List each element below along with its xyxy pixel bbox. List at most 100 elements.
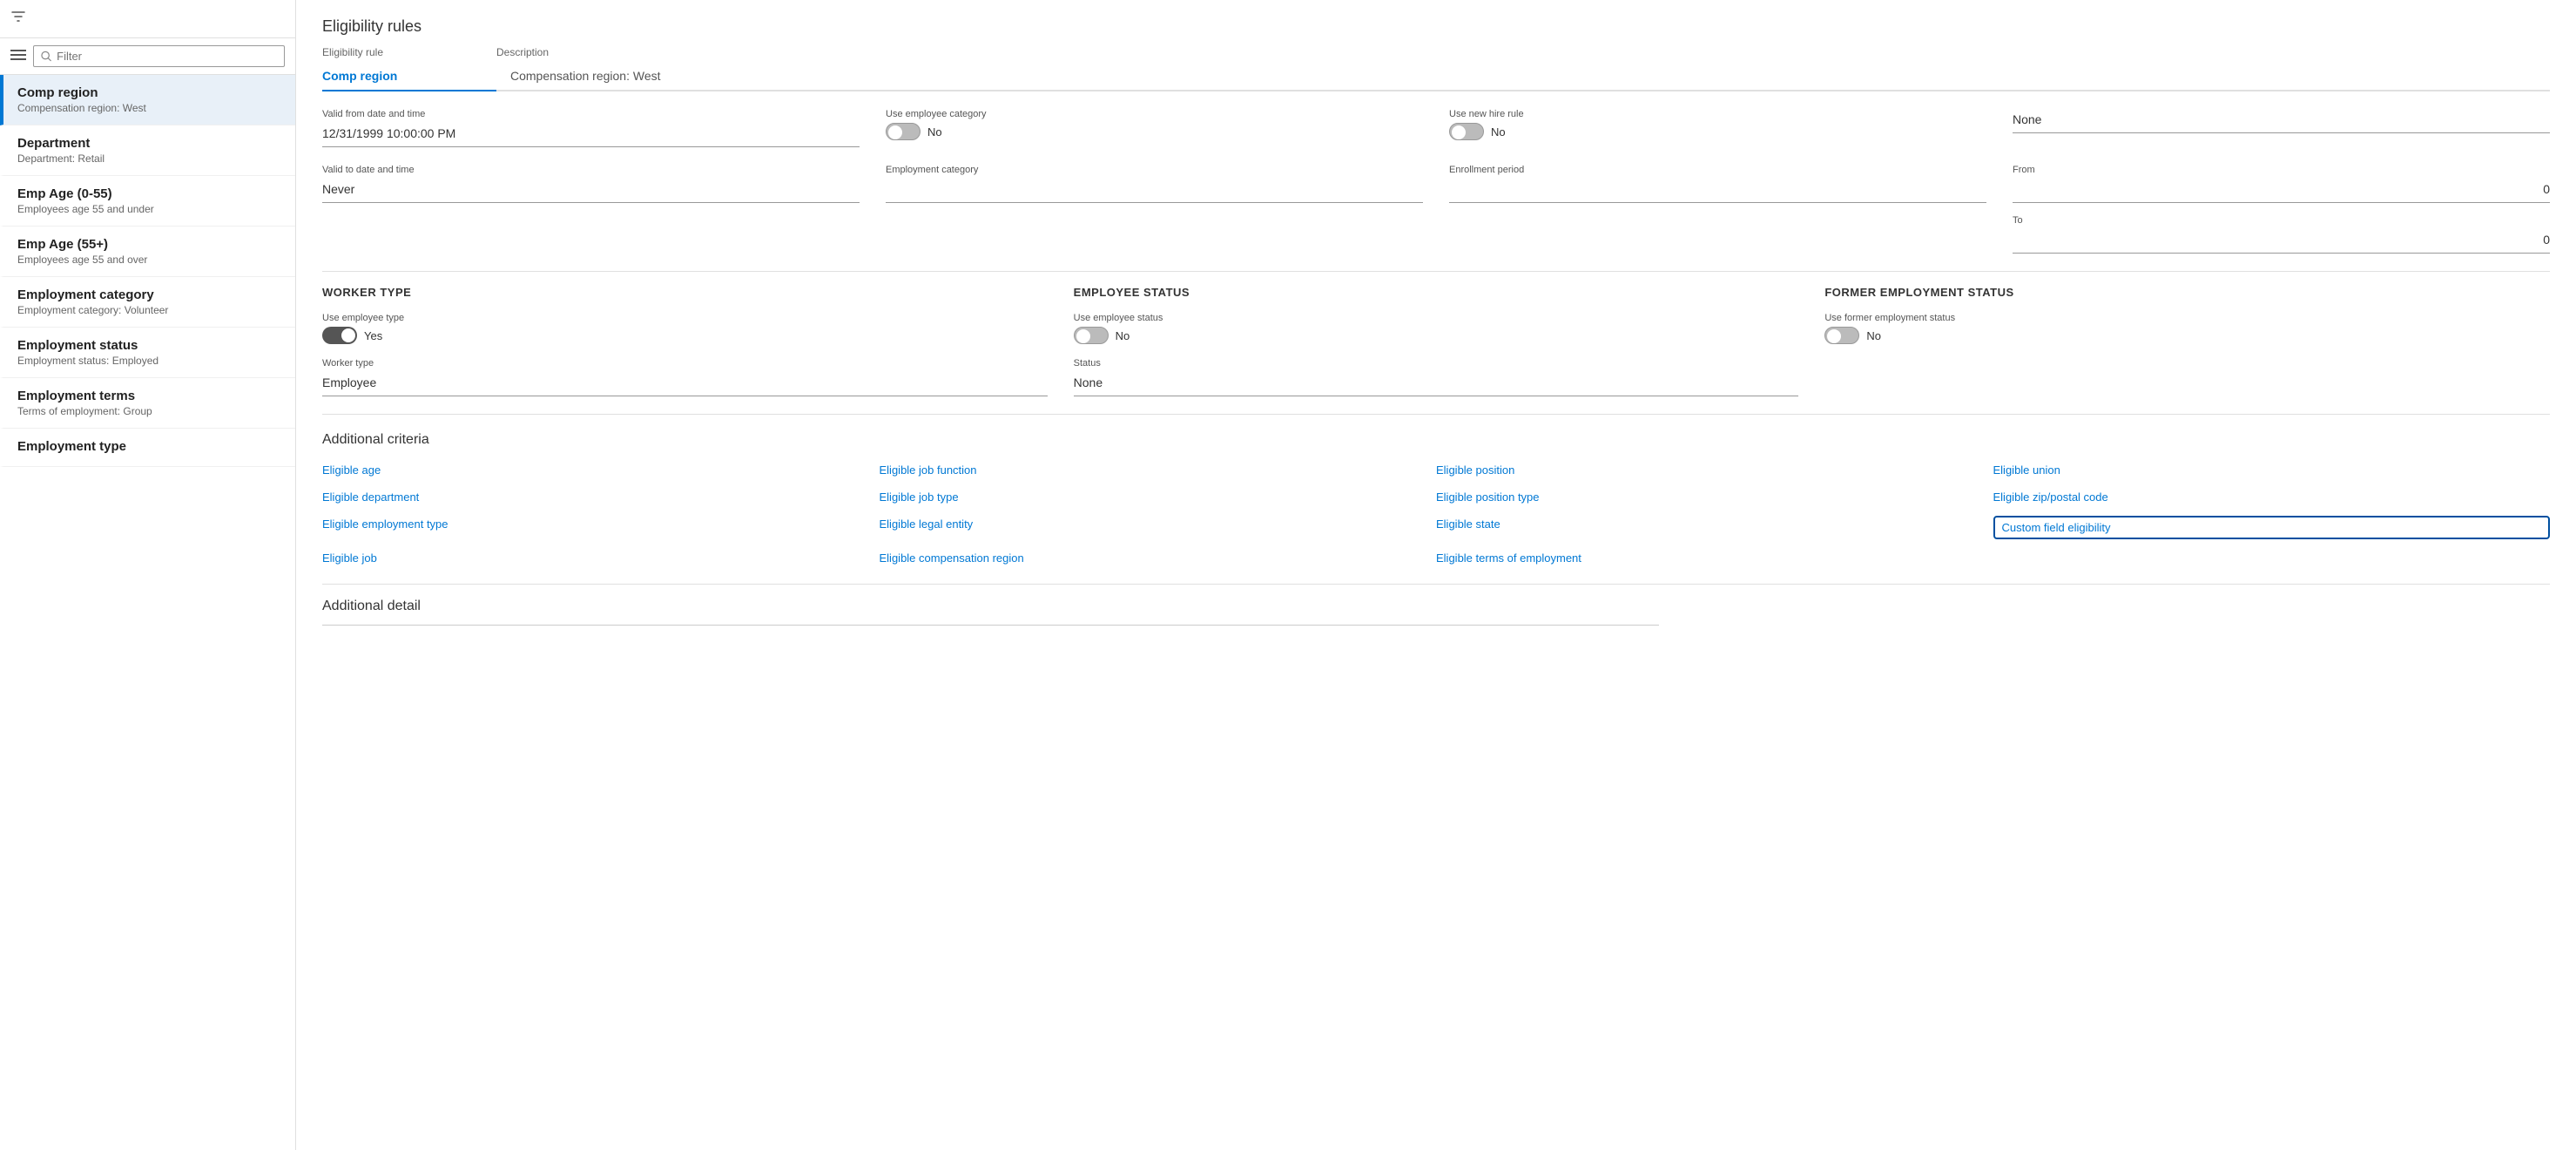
former-employment-status-col: FORMER EMPLOYMENT STATUS Use former empl… xyxy=(1824,286,2550,396)
use-new-hire-rule-toggle[interactable] xyxy=(1449,123,1484,140)
sidebar-item-employment-terms[interactable]: Employment terms Terms of employment: Gr… xyxy=(0,378,295,429)
use-employee-type-text: Yes xyxy=(364,329,382,342)
sidebar-item-emp-age-0-55[interactable]: Emp Age (0-55) Employees age 55 and unde… xyxy=(0,176,295,227)
criteria-link-eligible-age[interactable]: Eligible age xyxy=(322,462,880,478)
sidebar-item-title: Emp Age (55+) xyxy=(17,237,281,252)
employment-category-value[interactable] xyxy=(886,179,1423,203)
use-employee-status-toggle-row: No xyxy=(1074,327,1799,344)
from-label: From xyxy=(2013,165,2550,175)
former-employment-status-header: FORMER EMPLOYMENT STATUS xyxy=(1824,286,2550,299)
use-employee-status-toggle[interactable] xyxy=(1074,327,1109,344)
page-title: Eligibility rules xyxy=(322,17,2550,36)
criteria-link-eligible-job[interactable]: Eligible job xyxy=(322,550,880,566)
sidebar-header xyxy=(0,0,295,38)
tab-col-desc: Description Compensation region: West xyxy=(496,46,675,90)
search-icon xyxy=(41,51,51,62)
sidebar-item-comp-region[interactable]: Comp region Compensation region: West xyxy=(0,75,295,125)
criteria-link-custom-field-eligibility[interactable]: Custom field eligibility xyxy=(1993,516,2551,539)
use-former-employment-status-field: Use former employment status No xyxy=(1824,313,2550,344)
criteria-link-eligible-employment-type[interactable]: Eligible employment type xyxy=(322,516,880,539)
use-new-hire-rule-field: Use new hire rule No xyxy=(1449,109,1986,147)
sidebar-item-subtitle: Employment category: Volunteer xyxy=(17,304,281,316)
sidebar-item-subtitle: Employees age 55 and under xyxy=(17,203,281,215)
status-label: Status xyxy=(1074,358,1799,369)
worker-type-header: WORKER TYPE xyxy=(322,286,1048,299)
criteria-link-eligible-position[interactable]: Eligible position xyxy=(1436,462,1993,478)
use-employee-category-toggle[interactable] xyxy=(886,123,920,140)
criteria-link-eligible-job-function[interactable]: Eligible job function xyxy=(880,462,1437,478)
criteria-link-eligible-department[interactable]: Eligible department xyxy=(322,489,880,505)
filter-input[interactable] xyxy=(57,50,277,63)
employee-status-col: EMPLOYEE STATUS Use employee status No S… xyxy=(1074,286,1799,396)
sidebar-item-emp-age-55-plus[interactable]: Emp Age (55+) Employees age 55 and over xyxy=(0,227,295,277)
criteria-grid: Eligible age Eligible job function Eligi… xyxy=(322,462,2550,566)
use-employee-status-text: No xyxy=(1116,329,1130,342)
tab-header: Eligibility rule Comp region Description… xyxy=(322,46,2550,91)
tab-comp-region[interactable]: Comp region xyxy=(322,62,496,91)
tab-col-desc-label: Description xyxy=(496,46,675,58)
filter-icon[interactable] xyxy=(10,9,26,29)
search-box[interactable] xyxy=(33,45,285,67)
use-former-employment-status-label: Use former employment status xyxy=(1824,313,2550,323)
main-content: Eligibility rules Eligibility rule Comp … xyxy=(296,0,2576,1150)
criteria-link-eligible-state[interactable]: Eligible state xyxy=(1436,516,1993,539)
criteria-link-eligible-terms-of-employment[interactable]: Eligible terms of employment xyxy=(1436,550,1993,566)
use-employee-type-toggle-row: Yes xyxy=(322,327,1048,344)
additional-detail-title: Additional detail xyxy=(322,599,2550,614)
none-field: None xyxy=(2013,109,2550,147)
use-new-hire-rule-toggle-text: No xyxy=(1491,125,1506,139)
sidebar-item-employment-category[interactable]: Employment category Employment category:… xyxy=(0,277,295,328)
use-employee-category-field: Use employee category No xyxy=(886,109,1423,147)
valid-to-value[interactable]: Never xyxy=(322,179,860,203)
sidebar-list: Comp region Compensation region: West De… xyxy=(0,75,295,1150)
sidebar-item-title: Employment type xyxy=(17,439,281,454)
criteria-link-eligible-position-type[interactable]: Eligible position type xyxy=(1436,489,1993,505)
from-to-field: From 0 To 0 xyxy=(2013,165,2550,254)
tab-col-rule: Eligibility rule Comp region xyxy=(322,46,496,90)
worker-type-value[interactable]: Employee xyxy=(322,372,1048,396)
sidebar-item-title: Employment terms xyxy=(17,389,281,403)
form-grid-row1: Valid from date and time 12/31/1999 10:0… xyxy=(322,109,2550,147)
additional-criteria-section: Additional criteria Eligible age Eligibl… xyxy=(322,414,2550,566)
sidebar-item-title: Comp region xyxy=(17,85,281,100)
use-employee-category-toggle-text: No xyxy=(927,125,942,139)
hamburger-icon[interactable] xyxy=(10,47,26,65)
to-value[interactable]: 0 xyxy=(2013,229,2550,254)
use-former-employment-status-toggle[interactable] xyxy=(1824,327,1859,344)
valid-to-field: Valid to date and time Never xyxy=(322,165,860,254)
criteria-link-eligible-legal-entity[interactable]: Eligible legal entity xyxy=(880,516,1437,539)
enrollment-period-value[interactable] xyxy=(1449,179,1986,203)
valid-from-field: Valid from date and time 12/31/1999 10:0… xyxy=(322,109,860,147)
criteria-link-eligible-union[interactable]: Eligible union xyxy=(1993,462,2551,478)
use-employee-category-toggle-row: No xyxy=(886,123,1423,140)
use-employee-category-label: Use employee category xyxy=(886,109,1423,119)
sidebar-item-title: Employment category xyxy=(17,288,281,302)
use-employee-type-toggle[interactable] xyxy=(322,327,357,344)
criteria-link-eligible-zip[interactable]: Eligible zip/postal code xyxy=(1993,489,2551,505)
use-new-hire-rule-label: Use new hire rule xyxy=(1449,109,1986,119)
use-new-hire-rule-toggle-row: No xyxy=(1449,123,1986,140)
sidebar-item-employment-type[interactable]: Employment type xyxy=(0,429,295,467)
valid-to-label: Valid to date and time xyxy=(322,165,860,175)
status-value[interactable]: None xyxy=(1074,372,1799,396)
sidebar-item-subtitle: Employees age 55 and over xyxy=(17,254,281,266)
from-value[interactable]: 0 xyxy=(2013,179,2550,203)
employment-category-field: Employment category xyxy=(886,165,1423,254)
use-former-employment-status-toggle-row: No xyxy=(1824,327,2550,344)
use-employee-type-label: Use employee type xyxy=(322,313,1048,323)
criteria-link-eligible-job-type[interactable]: Eligible job type xyxy=(880,489,1437,505)
sidebar-item-employment-status[interactable]: Employment status Employment status: Emp… xyxy=(0,328,295,378)
detail-divider xyxy=(322,625,1659,626)
criteria-link-eligible-compensation-region[interactable]: Eligible compensation region xyxy=(880,550,1437,566)
employee-status-header: EMPLOYEE STATUS xyxy=(1074,286,1799,299)
sidebar-item-subtitle: Employment status: Employed xyxy=(17,355,281,367)
additional-detail-section: Additional detail xyxy=(322,584,2550,626)
worker-type-col: WORKER TYPE Use employee type Yes Worker… xyxy=(322,286,1048,396)
status-field: Status None xyxy=(1074,358,1799,396)
valid-from-value[interactable]: 12/31/1999 10:00:00 PM xyxy=(322,123,860,147)
use-employee-type-field: Use employee type Yes xyxy=(322,313,1048,344)
employment-category-label: Employment category xyxy=(886,165,1423,175)
criteria-empty xyxy=(1993,550,2551,566)
use-employee-status-field: Use employee status No xyxy=(1074,313,1799,344)
sidebar-item-department[interactable]: Department Department: Retail xyxy=(0,125,295,176)
